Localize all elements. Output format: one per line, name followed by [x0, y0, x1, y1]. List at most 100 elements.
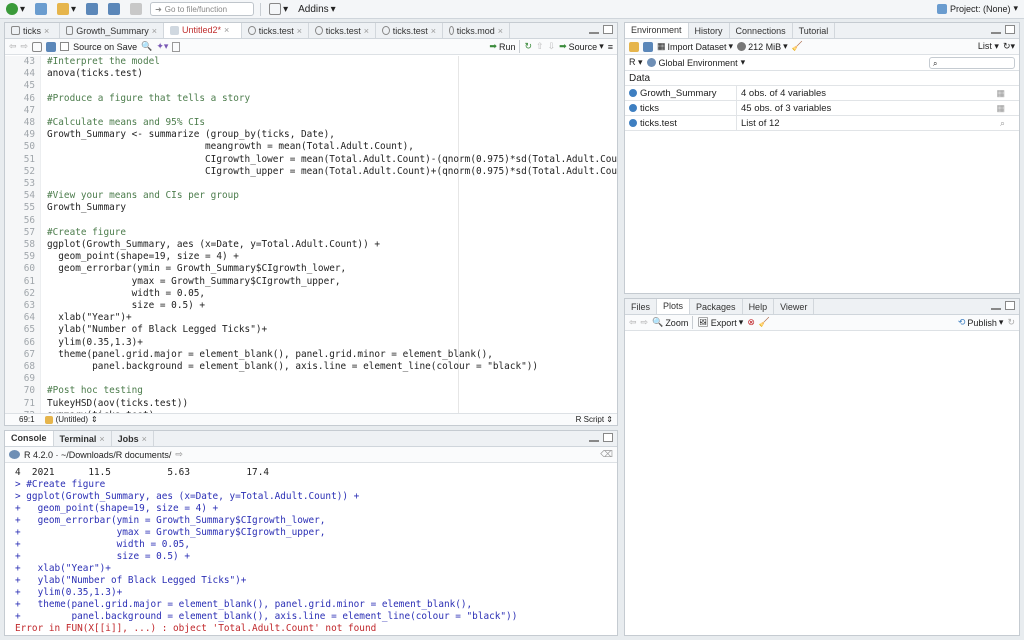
tab-ticks[interactable]: ticks × — [5, 23, 60, 38]
export-button[interactable]: 🖼 Export ▾ — [697, 317, 743, 328]
close-icon[interactable]: × — [152, 26, 157, 36]
pane-layout-button[interactable]: ▾ — [267, 2, 290, 17]
code-editor[interactable]: 43 #Interpret the model 44 anova(ticks.test… — [5, 56, 617, 425]
tab-plots[interactable]: Plots — [657, 299, 691, 314]
code-line[interactable]: 48 #Calculate means and 95% CIs — [5, 117, 205, 129]
zoom-button[interactable]: 🔍 Zoom — [652, 317, 688, 328]
publish-button[interactable]: ⟲ Publish ▾ — [958, 317, 1004, 328]
forward-arrow-icon[interactable]: ⇨ — [21, 41, 29, 52]
tab-ticks-mod[interactable]: ticks.mod × — [443, 23, 510, 38]
tab-terminal[interactable]: Terminal × — [54, 431, 112, 446]
new-file-button[interactable]: ▾ — [4, 2, 27, 17]
back-arrow-icon[interactable]: ⇦ — [629, 317, 637, 328]
tab-packages[interactable]: Packages — [690, 299, 743, 314]
minimize-icon[interactable] — [589, 25, 599, 34]
environment-row[interactable]: Growth_Summary 4 obs. of 4 variables ▦ — [625, 86, 1019, 101]
memory-usage[interactable]: 212 MiB ▾ — [737, 41, 788, 52]
save-button[interactable] — [84, 2, 100, 17]
up-chunk-icon[interactable]: ⇧ — [536, 41, 544, 52]
environment-search-input[interactable]: ⌕ — [929, 56, 1015, 69]
code-line[interactable]: 62 width = 0.05, — [5, 288, 205, 300]
minimize-icon[interactable] — [589, 433, 599, 442]
close-icon[interactable]: × — [99, 434, 104, 444]
tab-jobs[interactable]: Jobs × — [112, 431, 154, 446]
print-button[interactable] — [128, 2, 144, 17]
import-dataset-button[interactable]: ▦ Import Dataset ▾ — [657, 41, 733, 52]
close-icon[interactable]: × — [297, 26, 302, 36]
back-arrow-icon[interactable]: ⇦ — [9, 41, 17, 52]
tab-ticks-test-3[interactable]: ticks.test × — [376, 23, 443, 38]
expand-icon[interactable] — [629, 89, 637, 97]
clear-console-icon[interactable]: ⌫ — [600, 449, 613, 460]
close-icon[interactable]: × — [224, 25, 229, 35]
source-button[interactable]: ➡ Source ▾ — [559, 41, 604, 52]
tab-ticks-test-1[interactable]: ticks.test × — [242, 23, 309, 38]
open-file-button[interactable]: ▾ — [55, 2, 78, 17]
code-line[interactable]: 66 ylim(0.35,1.3)+ — [5, 337, 143, 349]
code-line[interactable]: 43 #Interpret the model — [5, 56, 160, 68]
save-all-button[interactable] — [106, 2, 122, 17]
code-line[interactable]: 67 theme(panel.grid.major = element_blan… — [5, 349, 493, 361]
wand-icon[interactable]: ✦▾ — [156, 41, 168, 52]
broom-icon[interactable]: 🧹 — [792, 41, 803, 52]
minimize-icon[interactable] — [991, 25, 1001, 34]
addins-button[interactable]: Addins ▾ — [296, 2, 338, 17]
tab-connections[interactable]: Connections — [730, 23, 793, 38]
code-line[interactable]: 63 size = 0.5) + — [5, 300, 205, 312]
maximize-icon[interactable] — [1005, 25, 1015, 34]
code-line[interactable]: 61 ymax = Growth_Summary$CIgrowth_upper, — [5, 276, 341, 288]
code-line[interactable]: 46 #Produce a figure that tells a story — [5, 93, 251, 105]
code-line[interactable]: 49 Growth_Summary <- summarize (group_by(… — [5, 129, 335, 141]
code-line[interactable]: 56 — [5, 215, 47, 227]
goto-file-input[interactable]: ➜ Go to file/function — [150, 2, 255, 16]
tab-ticks-test-2[interactable]: ticks.test × — [309, 23, 376, 38]
code-line[interactable]: 58 ggplot(Growth_Summary, aes (x=Date, y=… — [5, 239, 380, 251]
tab-files[interactable]: Files — [625, 299, 658, 314]
code-line[interactable]: 60 geom_errorbar(ymin = Growth_Summary$C… — [5, 263, 346, 275]
show-in-window-icon[interactable] — [32, 41, 43, 52]
code-line[interactable]: 68 panel.background = element_blank(), a… — [5, 361, 538, 373]
refresh-icon[interactable]: ↻▾ — [1003, 41, 1015, 52]
code-line[interactable]: 69 — [5, 373, 47, 385]
expand-icon[interactable] — [629, 104, 637, 112]
code-line[interactable]: 55 Growth_Summary — [5, 202, 126, 214]
close-icon[interactable]: × — [498, 26, 503, 36]
go-to-dir-icon[interactable]: ⇨ — [175, 449, 183, 460]
broom-icon[interactable]: 🧹 — [759, 317, 770, 328]
expand-icon[interactable] — [629, 119, 637, 127]
minimize-icon[interactable] — [991, 301, 1001, 310]
code-line[interactable]: 47 — [5, 105, 47, 117]
new-project-button[interactable] — [33, 2, 49, 17]
code-line[interactable]: 44 anova(ticks.test) — [5, 68, 143, 80]
tab-tutorial[interactable]: Tutorial — [793, 23, 836, 38]
table-icon[interactable]: ▦ — [996, 103, 1005, 114]
close-icon[interactable]: × — [431, 26, 436, 36]
code-line[interactable]: 53 — [5, 178, 47, 190]
source-on-save-checkbox[interactable] — [60, 42, 70, 51]
maximize-icon[interactable] — [1005, 301, 1015, 310]
outline-icon[interactable]: ≡ — [608, 42, 613, 52]
tab-history[interactable]: History — [689, 23, 730, 38]
tab-console[interactable]: Console — [5, 431, 54, 446]
file-type-selector[interactable]: R Script ⇕ — [576, 415, 613, 424]
tab-help[interactable]: Help — [743, 299, 775, 314]
run-button[interactable]: ➡ Run — [489, 41, 515, 52]
forward-arrow-icon[interactable]: ⇨ — [641, 317, 649, 328]
maximize-icon[interactable] — [603, 25, 613, 34]
close-icon[interactable]: × — [142, 434, 147, 444]
close-icon[interactable]: × — [364, 26, 369, 36]
language-select[interactable]: R ▾ — [629, 57, 643, 68]
view-mode-select[interactable]: List ▾ — [978, 41, 999, 52]
code-line[interactable]: 59 geom_point(shape=19, size = 4) + — [5, 251, 239, 263]
tab-untitled2[interactable]: Untitled2* × — [164, 23, 242, 38]
code-line[interactable]: 65 ylab("Number of Black Legged Ticks")+ — [5, 324, 267, 336]
save-icon[interactable] — [643, 41, 653, 52]
project-menu[interactable]: Project: (None) ▾ — [936, 3, 1018, 14]
environment-row[interactable]: ticks 45 obs. of 3 variables ▦ — [625, 101, 1019, 116]
code-line[interactable]: 52 CIgrowth_upper = mean(Total.Adult.Cou… — [5, 166, 617, 178]
search-icon[interactable]: ⌕ — [1000, 118, 1005, 129]
tab-environment[interactable]: Environment — [625, 23, 689, 38]
rerun-icon[interactable]: ↻ — [524, 41, 532, 52]
open-icon[interactable] — [629, 41, 639, 52]
code-line[interactable]: 54 #View your means and CIs per group — [5, 190, 239, 202]
